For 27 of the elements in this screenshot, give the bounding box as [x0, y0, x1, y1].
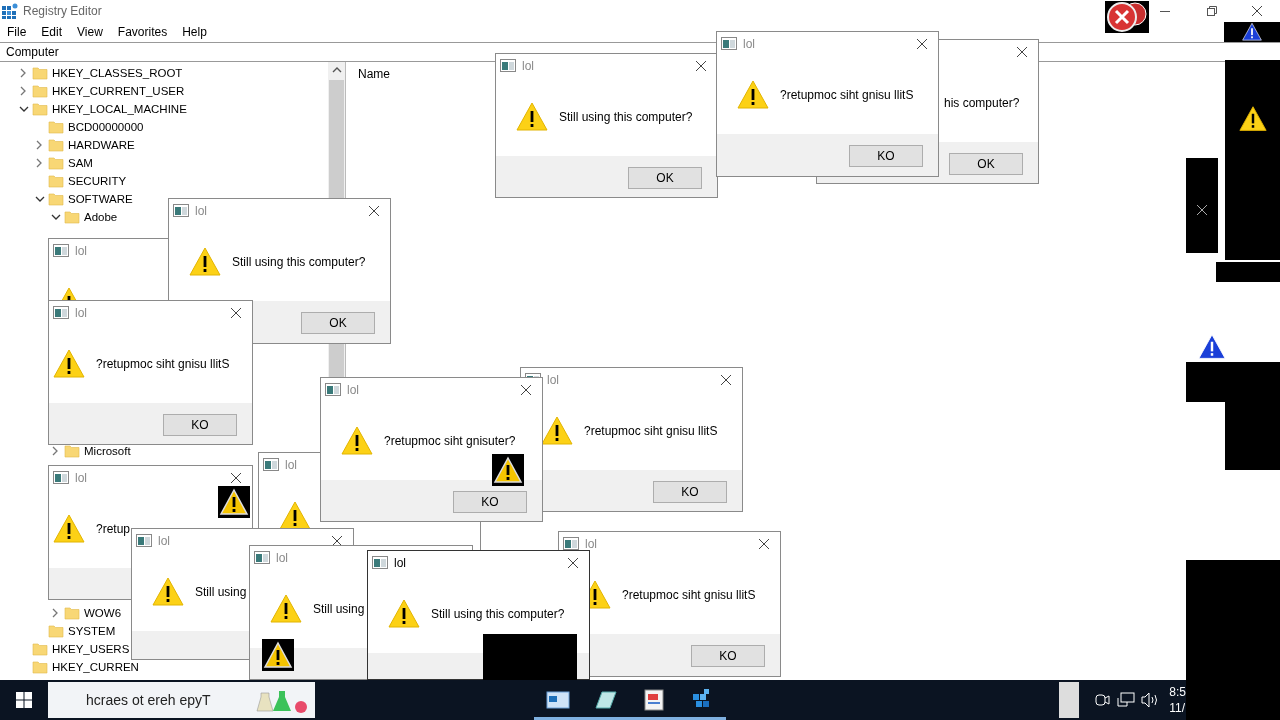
dialog-message: ?retupmoc siht gnisu llitS — [622, 588, 756, 602]
dialog-message: ?retupmoc siht gnisu llitS — [780, 88, 914, 102]
clock-date: 11/ — [1169, 700, 1186, 716]
dialog-message: ?retupmoc siht gnisu llitS — [584, 424, 718, 438]
dialog-title: lol — [347, 383, 359, 397]
dialog-message: Still using this computer? — [431, 607, 565, 621]
window-title: Registry Editor — [23, 4, 102, 18]
dialog-message: ?retup — [96, 522, 131, 536]
clock-time: 8:5 — [1169, 684, 1186, 700]
dialog-title: lol — [276, 551, 288, 565]
dialog-title: lol — [75, 471, 87, 485]
dialog-title: lol — [522, 59, 534, 73]
dialog-title: lol — [75, 244, 87, 258]
dialog-title: lol — [195, 204, 207, 218]
dialog-title: lol — [158, 534, 170, 548]
dialog-title: lol — [75, 306, 87, 320]
dialog-title: lol — [394, 556, 406, 570]
dialog-title: lol — [285, 458, 297, 472]
dialog-message: Still using — [195, 585, 247, 599]
dialog-title: lol — [585, 537, 597, 551]
dialog-title: lol — [547, 373, 559, 387]
dialog-message: Still using this computer? — [559, 110, 693, 124]
dialog-message: Still using this computer? — [232, 255, 366, 269]
dialog-message: ?retupmoc siht gnisuter? — [384, 434, 516, 448]
dialog-message: ?retupmoc siht gnisu llitS — [96, 357, 230, 371]
dialog-message: his computer? — [944, 96, 1020, 110]
dialog-message: Still using — [313, 602, 365, 616]
